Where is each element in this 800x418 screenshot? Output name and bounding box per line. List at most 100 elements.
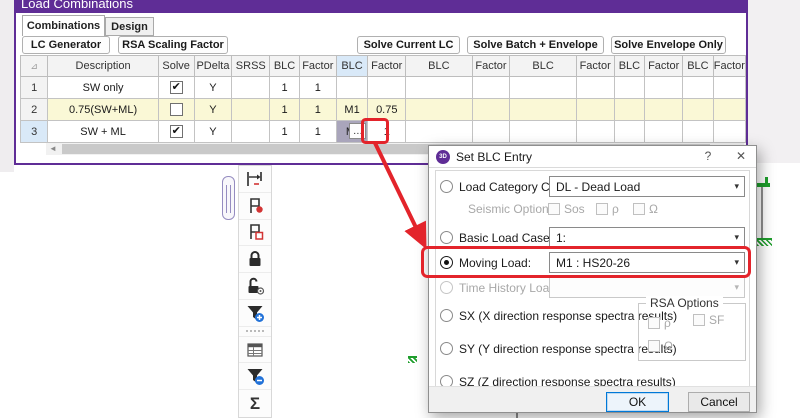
- cell-factor1[interactable]: 1: [299, 121, 336, 143]
- basic-load-case-radio[interactable]: [440, 231, 453, 244]
- seismic-sds-checkbox[interactable]: [548, 203, 560, 215]
- rsa-scaling-factor-button[interactable]: RSA Scaling Factor: [118, 36, 228, 54]
- cell-factor2[interactable]: [368, 77, 406, 99]
- cell-srss[interactable]: [232, 99, 270, 121]
- corner-select-all-cell[interactable]: ⊿: [21, 56, 48, 77]
- dialog-titlebar[interactable]: 3D Set BLC Entry ? ✕: [429, 146, 756, 168]
- table-row: 2 0.75(SW+ML) Y 1 1 M1 0.75: [21, 99, 746, 121]
- col-srss[interactable]: SRSS: [232, 56, 270, 77]
- cell-solve[interactable]: [158, 99, 194, 121]
- solve-current-lc-button[interactable]: Solve Current LC: [357, 36, 460, 54]
- cell-factor2[interactable]: 1: [368, 121, 406, 143]
- cell-blc2-selected[interactable]: M1 …: [336, 121, 368, 143]
- cell-blc1[interactable]: 1: [270, 77, 300, 99]
- rsa-sf-checkbox[interactable]: [693, 314, 705, 326]
- cell-solve[interactable]: ✔: [158, 121, 194, 143]
- solve-checkbox-checked[interactable]: ✔: [170, 81, 183, 94]
- spreadsheet-button[interactable]: [239, 337, 271, 364]
- cell-factor1[interactable]: 1: [299, 99, 336, 121]
- col-factor-5[interactable]: Factor: [645, 56, 683, 77]
- rsa-omega-checkbox[interactable]: [648, 340, 660, 352]
- col-solve[interactable]: Solve: [158, 56, 194, 77]
- load-category-radio[interactable]: [440, 180, 453, 193]
- rsa-rho-checkbox[interactable]: [648, 317, 660, 329]
- tab-combinations[interactable]: Combinations: [22, 15, 105, 36]
- col-blc-5[interactable]: BLC: [614, 56, 645, 77]
- sy-radio[interactable]: [440, 342, 453, 355]
- sum-button[interactable]: Σ: [239, 390, 271, 417]
- col-factor-1[interactable]: Factor: [299, 56, 336, 77]
- tab-design-label: Design: [111, 21, 148, 33]
- sx-radio[interactable]: [440, 309, 453, 322]
- cell-description[interactable]: 0.75(SW+ML): [48, 99, 159, 121]
- cell-description[interactable]: SW only: [48, 77, 159, 99]
- seismic-omega-checkbox[interactable]: [633, 203, 645, 215]
- col-pdelta[interactable]: PDelta: [194, 56, 232, 77]
- toolbar-drag-grip[interactable]: [239, 327, 271, 337]
- filter-add-button[interactable]: [239, 300, 271, 327]
- cell-blc1[interactable]: 1: [270, 99, 300, 121]
- cell-factor1[interactable]: 1: [299, 77, 336, 99]
- col-factor-2[interactable]: Factor: [368, 56, 406, 77]
- solve-envelope-only-button[interactable]: Solve Envelope Only: [611, 36, 726, 54]
- help-button[interactable]: ?: [699, 149, 717, 163]
- cell-blc2[interactable]: M1: [336, 99, 368, 121]
- table-header-row: ⊿ Description Solve PDelta SRSS BLC Fact…: [21, 56, 746, 77]
- lock-button[interactable]: [239, 246, 271, 273]
- grip-dots-icon: [254, 330, 256, 332]
- close-button[interactable]: ✕: [732, 149, 750, 163]
- col-factor-3[interactable]: Factor: [472, 56, 510, 77]
- model-member-line: [761, 187, 763, 239]
- dimension-tool-button[interactable]: [239, 166, 271, 193]
- cell-factor2[interactable]: 0.75: [368, 99, 406, 121]
- blc-entry-ellipsis-button[interactable]: …: [349, 123, 366, 139]
- tab-design[interactable]: Design: [105, 17, 154, 36]
- node-release-square-button[interactable]: [239, 220, 271, 247]
- dimension-icon: [245, 169, 265, 189]
- lock-icon: [245, 249, 265, 269]
- col-blc-1[interactable]: BLC: [270, 56, 300, 77]
- spreadsheet-icon: [245, 340, 265, 360]
- col-blc-3[interactable]: BLC: [406, 56, 472, 77]
- node-release-circle-button[interactable]: [239, 193, 271, 220]
- filter-remove-button[interactable]: [239, 363, 271, 390]
- basic-load-case-select[interactable]: 1: ▾: [549, 227, 745, 248]
- solve-checkbox-unchecked[interactable]: [170, 103, 183, 116]
- cell-blc1[interactable]: 1: [270, 121, 300, 143]
- col-description[interactable]: Description: [48, 56, 159, 77]
- cell-srss[interactable]: [232, 121, 270, 143]
- solve-batch-envelope-button[interactable]: Solve Batch + Envelope: [467, 36, 604, 54]
- cell-pdelta[interactable]: Y: [194, 77, 232, 99]
- solve-checkbox-checked[interactable]: ✔: [170, 125, 183, 138]
- row-number[interactable]: 2: [21, 99, 48, 121]
- col-factor-4[interactable]: Factor: [576, 56, 614, 77]
- cell-pdelta[interactable]: Y: [194, 99, 232, 121]
- unlock-button[interactable]: [239, 273, 271, 300]
- window-title: Load Combinations: [21, 0, 748, 11]
- corner-triangle-icon: ⊿: [30, 61, 38, 71]
- scrollbar-left-arrow-icon[interactable]: ◄: [49, 144, 57, 153]
- solve-envelope-only-label: Solve Envelope Only: [614, 39, 723, 51]
- panel-splitter-grip[interactable]: [222, 176, 235, 220]
- load-combinations-titlebar[interactable]: Load Combinations: [14, 0, 748, 13]
- ok-button[interactable]: OK: [606, 392, 669, 412]
- cell-srss[interactable]: [232, 77, 270, 99]
- lc-generator-button[interactable]: LC Generator: [22, 36, 110, 54]
- cell-description[interactable]: SW + ML: [48, 121, 159, 143]
- ellipsis-icon: …: [353, 126, 363, 137]
- moving-load-radio[interactable]: [440, 256, 453, 269]
- cell-pdelta[interactable]: Y: [194, 121, 232, 143]
- chevron-down-icon: ▾: [734, 232, 739, 243]
- row-number[interactable]: 3: [21, 121, 48, 143]
- col-blc-4[interactable]: BLC: [510, 56, 576, 77]
- load-category-select[interactable]: DL - Dead Load ▾: [549, 176, 745, 197]
- seismic-rho-checkbox[interactable]: [596, 203, 608, 215]
- moving-load-select[interactable]: M1 : HS20-26 ▾: [549, 252, 745, 273]
- col-blc-2[interactable]: BLC: [336, 56, 368, 77]
- cell-solve[interactable]: ✔: [158, 77, 194, 99]
- row-number[interactable]: 1: [21, 77, 48, 99]
- cancel-button[interactable]: Cancel: [688, 392, 750, 412]
- col-factor-6[interactable]: Factor: [713, 56, 745, 77]
- col-blc-6[interactable]: BLC: [683, 56, 714, 77]
- cell-blc2[interactable]: [336, 77, 368, 99]
